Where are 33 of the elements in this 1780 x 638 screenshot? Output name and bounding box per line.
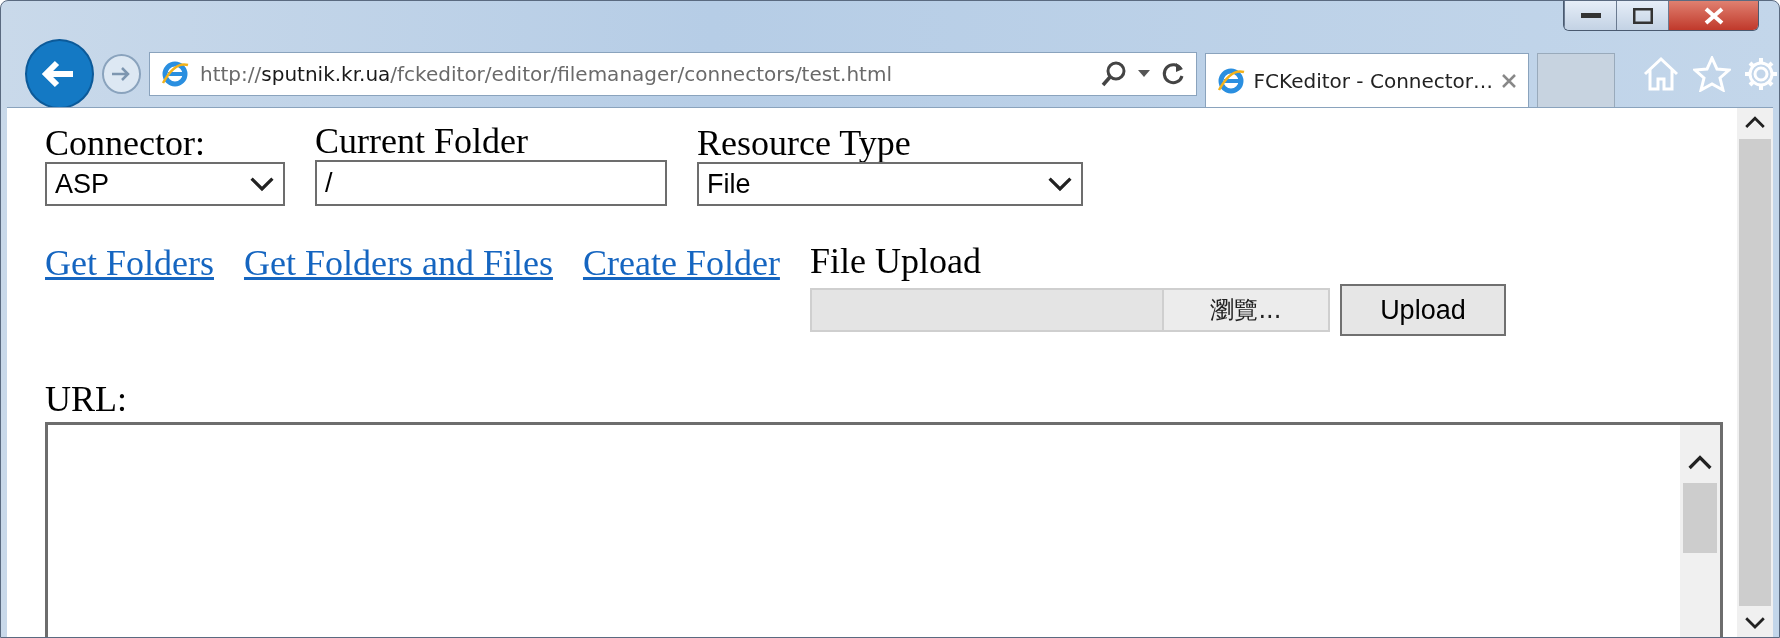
- scroll-up-icon[interactable]: [1687, 455, 1713, 471]
- text-area-scrollbar[interactable]: [1680, 425, 1720, 637]
- action-link[interactable]: Get Folders: [45, 242, 214, 284]
- address-bar[interactable]: http://sputnik.kr.ua/fckeditor/editor/filemanager/connectors/test.html: [149, 52, 1197, 96]
- close-icon: [1702, 6, 1725, 25]
- chevron-down-icon[interactable]: [249, 176, 275, 192]
- resource-type-select[interactable]: File: [697, 162, 1083, 206]
- close-button[interactable]: [1668, 1, 1758, 30]
- connector-label: Connector:: [45, 124, 206, 162]
- browser-logo-icon: [160, 59, 190, 89]
- file-upload-label: File Upload: [809, 242, 982, 280]
- action-link[interactable]: Create Folder: [582, 242, 780, 284]
- minimize-button[interactable]: [1564, 1, 1616, 30]
- maximize-icon: [1632, 7, 1653, 24]
- url-label: URL:: [45, 380, 128, 418]
- maximize-button[interactable]: [1616, 1, 1668, 30]
- current-folder-label: Current Folder: [315, 122, 529, 160]
- search-icon[interactable]: [1099, 60, 1128, 88]
- close-tab-icon[interactable]: [1501, 72, 1518, 89]
- chevron-down-icon[interactable]: [1047, 176, 1073, 192]
- minimize-icon: [1580, 12, 1601, 19]
- page-scrollbar[interactable]: [1737, 108, 1773, 637]
- browser-tab[interactable]: FCKeditor - Connector…: [1204, 53, 1529, 107]
- action-link[interactable]: Get Folders and Files: [244, 242, 553, 284]
- upload-button[interactable]: Upload: [1339, 284, 1506, 336]
- scroll-up-icon[interactable]: [1744, 116, 1766, 130]
- current-folder-field[interactable]: /: [315, 160, 667, 206]
- connector-select[interactable]: ASP: [45, 162, 285, 206]
- address-text: http://sputnik.kr.ua/fckeditor/editor/filemanager/connectors/test.html: [200, 62, 893, 86]
- resource-type-label: Resource Type: [697, 124, 912, 162]
- scroll-down-icon[interactable]: [1744, 615, 1766, 629]
- dropdown-icon[interactable]: [1137, 70, 1150, 78]
- star-icon[interactable]: [1693, 56, 1731, 92]
